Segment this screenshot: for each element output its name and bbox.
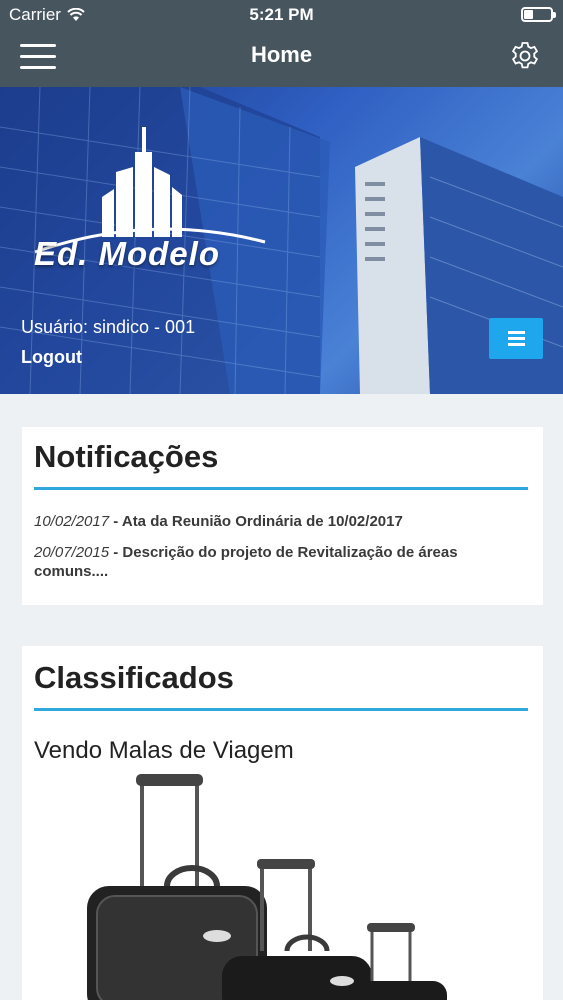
page-title: Home [250, 42, 313, 67]
notification-date: 20/07/2015 [34, 544, 110, 561]
classified-item-title[interactable]: Vendo Malas de Viagem [34, 737, 294, 765]
logout-link[interactable]: Logout [21, 347, 82, 368]
nav-bar: Home [0, 30, 563, 87]
luggage-image[interactable] [62, 771, 462, 1000]
logo-text: Ed. Modelo [34, 235, 220, 272]
hero-banner: Ed. Modelo Usuário: sindico - 001 Logout [0, 87, 563, 394]
notifications-divider [34, 487, 528, 490]
gear-icon[interactable] [509, 40, 541, 72]
user-label: Usuário: sindico - 001 [21, 317, 196, 337]
classifieds-divider [34, 708, 528, 711]
list-menu-button[interactable] [489, 318, 543, 359]
classifieds-title: Classificados [34, 660, 234, 695]
status-bar: Carrier 5:21 PM [0, 0, 563, 30]
notifications-title: Notificações [34, 439, 219, 474]
classifieds-card: Classificados Vendo Malas de Viagem [22, 646, 543, 1000]
battery-icon [521, 7, 556, 22]
status-time: 5:21 PM [249, 5, 314, 24]
notification-text: Ata da Reunião Ordinária de 10/02/2017 [121, 513, 403, 530]
notifications-card: Notificações 10/02/2017 - Ata da Reunião… [22, 427, 543, 605]
notification-item[interactable]: 20/07/2015 - Descrição do projeto de Rev… [34, 543, 524, 581]
notification-item[interactable]: 10/02/2017 - Ata da Reunião Ordinária de… [34, 512, 524, 531]
notification-date: 10/02/2017 [34, 513, 110, 530]
